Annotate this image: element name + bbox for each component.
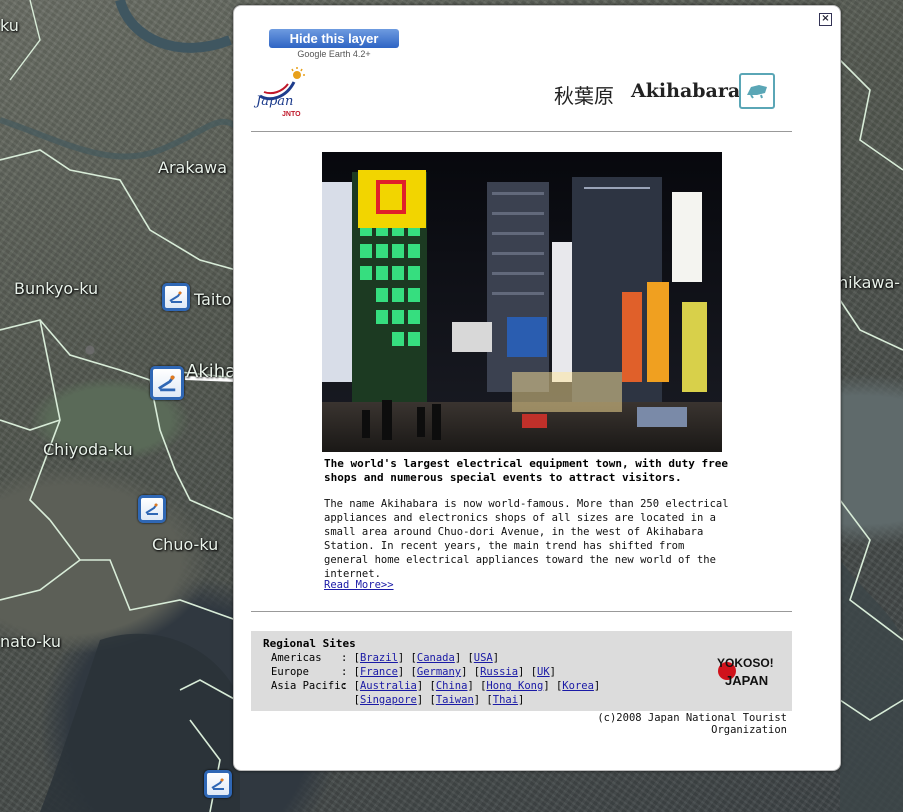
article-headline: The world's largest electrical equipment…	[324, 457, 728, 484]
link-canada[interactable]: Canada	[417, 652, 455, 664]
link-hong-kong[interactable]: Hong Kong	[486, 680, 543, 692]
placemark-icon-taito[interactable]	[162, 283, 190, 311]
article-body: The name Akihabara is now world-famous. …	[324, 498, 729, 580]
page-title: Akihabara	[631, 80, 741, 102]
map-label-minato-ku: nato-ku	[0, 632, 61, 651]
close-button[interactable]: ×	[819, 13, 832, 26]
link-taiwan[interactable]: Taiwan	[436, 694, 474, 706]
yokoso-japan-mark: YOKOSO! JAPAN	[717, 656, 774, 688]
top-divider	[251, 131, 792, 132]
map-label-ku: ku	[0, 16, 19, 35]
map-label-chiyoda-ku: Chiyoda-ku	[43, 440, 133, 459]
hide-layer-button[interactable]: Hide this layer	[269, 29, 399, 48]
copyright-text: (c)2008 Japan National Tourist Organizat…	[597, 712, 787, 736]
asia-pacific-row-2: [Singapore] [Taiwan] [Thai]	[341, 694, 525, 706]
link-thai[interactable]: Thai	[493, 694, 518, 706]
asia-pacific-row: Asia Pacific: [Australia] [China] [Hong …	[271, 680, 601, 692]
map-label-chuo-ku: Chuo-ku	[152, 535, 219, 554]
map-label-taito: Taito	[194, 290, 232, 309]
link-brazil[interactable]: Brazil	[360, 652, 398, 664]
map-label-akiha: Akiha	[186, 361, 237, 382]
hide-layer-sublabel: Google Earth 4.2+	[297, 49, 371, 59]
map-label-arakawa: Arakawa	[158, 158, 228, 177]
link-china[interactable]: China	[436, 680, 468, 692]
placemark-icon-akihabara[interactable]	[150, 366, 184, 400]
americas-row: Americas: [Brazil] [Canada] [USA]	[271, 652, 500, 664]
placemark-icon-minato[interactable]	[204, 770, 232, 798]
page-title-japanese: 秋葉原	[554, 84, 614, 108]
electronics-category-icon	[739, 73, 775, 109]
link-korea[interactable]: Korea	[562, 680, 594, 692]
map-label-edogawa: hikawa-	[838, 273, 901, 292]
europe-row: Europe: [France] [Germany] [Russia] [UK]	[271, 666, 556, 678]
jnto-logo-word: Japan	[256, 94, 294, 109]
link-usa[interactable]: USA	[474, 652, 493, 664]
link-singapore[interactable]: Singapore	[360, 694, 417, 706]
svg-text:JAPAN: JAPAN	[725, 673, 768, 688]
americas-label: Americas	[271, 652, 322, 664]
bottom-divider	[251, 611, 792, 612]
regional-sites-panel: Regional Sites Americas: [Brazil] [Canad…	[251, 631, 792, 711]
akihabara-photo	[322, 152, 722, 452]
yokoso-japan-logo[interactable]: YOKOSO! JAPAN	[711, 649, 781, 693]
link-germany[interactable]: Germany	[417, 666, 461, 678]
read-more-link[interactable]: Read More>>	[324, 579, 394, 591]
jnto-logo-abbr: JNTO	[282, 111, 301, 118]
link-france[interactable]: France	[360, 666, 398, 678]
link-uk[interactable]: UK	[537, 666, 550, 678]
info-balloon: × Hide this layer Google Earth 4.2+ Japa…	[233, 5, 841, 771]
svg-text:YOKOSO!: YOKOSO!	[717, 656, 774, 670]
link-russia[interactable]: Russia	[480, 666, 518, 678]
regional-sites-title: Regional Sites	[263, 637, 356, 650]
placemark-icon-chiyoda[interactable]	[138, 495, 166, 523]
link-australia[interactable]: Australia	[360, 680, 417, 692]
jnto-logo[interactable]: Japan JNTO	[252, 66, 314, 126]
europe-label: Europe	[271, 666, 309, 678]
asia-pacific-label: Asia Pacific	[271, 680, 347, 692]
map-label-bunkyo-ku: Bunkyo-ku	[14, 279, 99, 298]
